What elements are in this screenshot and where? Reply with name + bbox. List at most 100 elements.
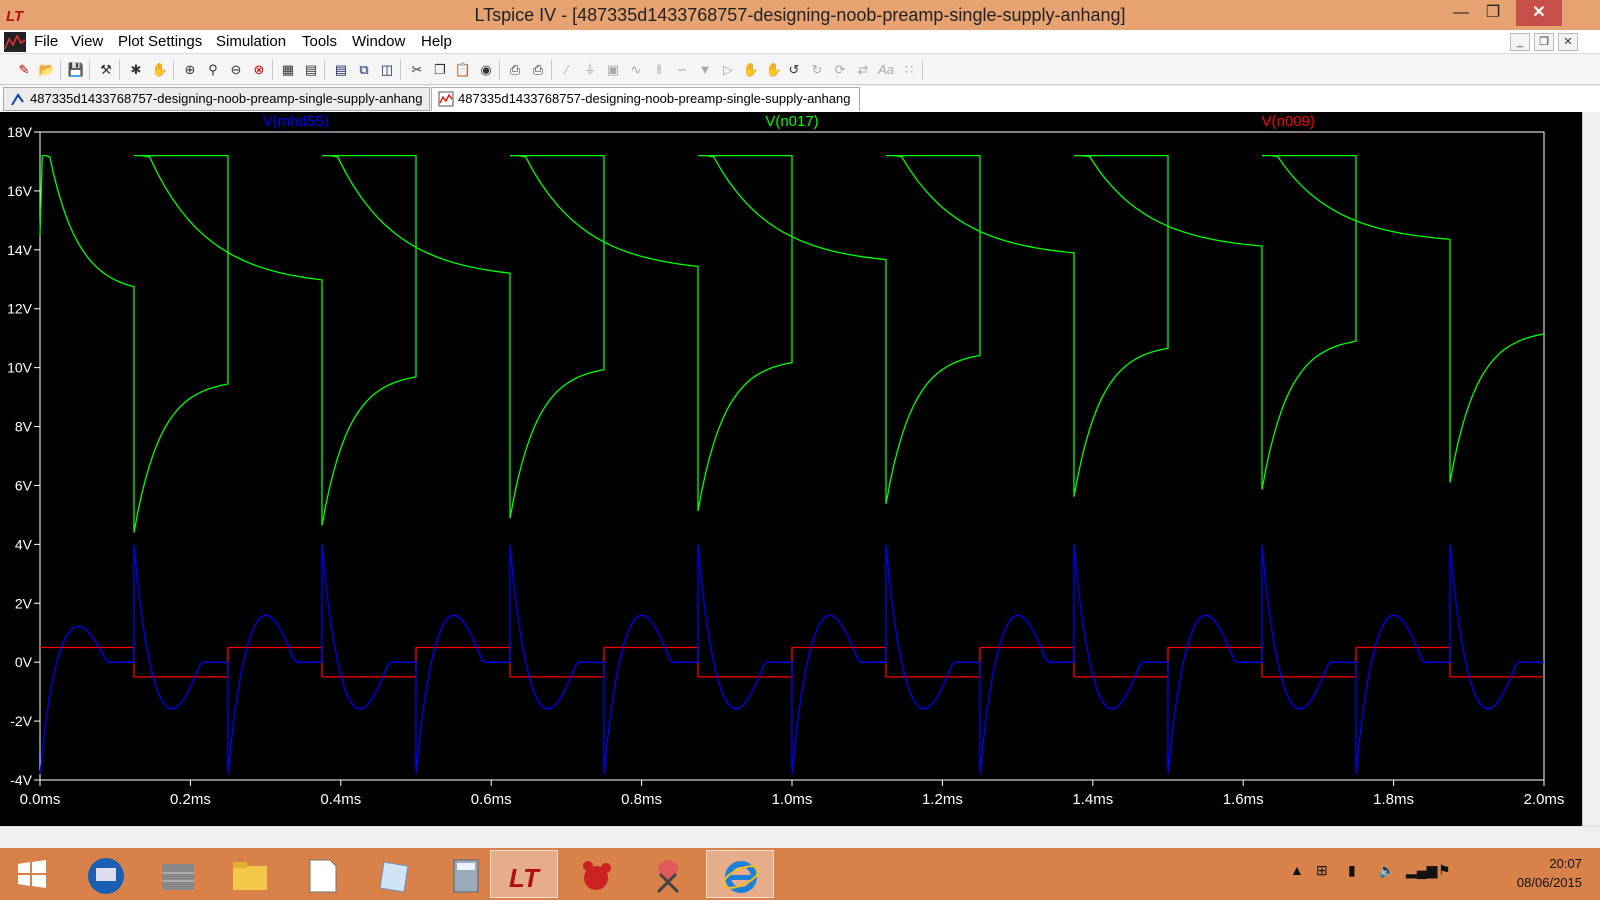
clock[interactable]: 20:07 08/06/2015 <box>1517 854 1582 892</box>
taskbar-snipping-tool[interactable] <box>634 850 702 898</box>
label-net-icon[interactable]: ▣ <box>603 60 623 80</box>
redo-icon[interactable]: ↻ <box>807 60 827 80</box>
menu-plot-settings[interactable]: Plot Settings <box>118 33 202 50</box>
mdi-restore-button[interactable]: ❐ <box>1534 33 1554 51</box>
spice-directive-icon[interactable]: ∷ <box>899 60 919 80</box>
y-tick-label: 8V <box>15 419 33 435</box>
taskbar-file-explorer[interactable] <box>216 850 284 898</box>
text-icon[interactable]: Aa <box>876 60 896 80</box>
find-icon[interactable]: ◉ <box>476 60 496 80</box>
y-tick-label: 16V <box>7 183 33 199</box>
menu-view[interactable]: View <box>71 33 103 50</box>
trace-v-n017 <box>39 154 1545 533</box>
minimize-button[interactable]: — <box>1444 0 1478 26</box>
menu-help[interactable]: Help <box>421 33 452 50</box>
taskbar-firewall[interactable] <box>144 850 212 898</box>
mirror-icon[interactable]: ⇄ <box>853 60 873 80</box>
menu-tools[interactable]: Tools <box>302 33 337 50</box>
volume-icon[interactable]: 🔈 <box>1378 862 1395 879</box>
component-icon[interactable]: ▷ <box>718 60 738 80</box>
schematic-icon <box>11 93 24 106</box>
status-bar <box>0 826 1600 848</box>
battery-icon[interactable]: ▮ <box>1348 862 1356 879</box>
cascade-icon[interactable]: ⧉ <box>354 60 374 80</box>
drag-icon[interactable]: ✋ <box>764 60 784 80</box>
zoom-area-icon[interactable]: ⚲ <box>203 60 223 80</box>
control-panel-icon[interactable]: ⚒ <box>96 60 116 80</box>
taskbar-ltspice[interactable]: LT <box>490 850 558 898</box>
taskbar-notes[interactable] <box>360 850 428 898</box>
taskbar: LT ▲ ⊞ ▮ 🔈 ▂▄▆ ⚑ 20:07 08/06/2015 <box>0 848 1600 900</box>
y-tick-label: 14V <box>7 242 33 258</box>
close-button[interactable]: ✕ <box>1516 0 1562 26</box>
waveform-window-icon[interactable] <box>3 31 27 53</box>
taskbar-gimp[interactable] <box>562 850 630 898</box>
tab-schematic[interactable]: 487335d1433768757-designing-noob-preamp-… <box>3 87 430 111</box>
undo-icon[interactable]: ↺ <box>784 60 804 80</box>
move-icon[interactable]: ✋ <box>741 60 761 80</box>
mdi-minimize-button[interactable]: _ <box>1510 33 1530 51</box>
new-schematic-icon[interactable]: ✎ <box>14 60 34 80</box>
waveform-plot[interactable]: 18V 16V 14V 12V 10V 8V 6V 4V 2V 0V -2V -4V 0.0ms 0.2m… <box>0 112 1582 826</box>
menu-window[interactable]: Window <box>352 33 405 50</box>
notepad-icon <box>309 859 337 893</box>
zoom-fit-icon[interactable]: ⊗ <box>249 60 269 80</box>
waveform-viewer[interactable]: 18V 16V 14V 12V 10V 8V 6V 4V 2V 0V -2V -4V 0.0ms 0.2m… <box>0 112 1582 826</box>
tab-waveform[interactable]: 487335d1433768757-designing-noob-preamp-… <box>431 87 860 111</box>
zoom-out-icon[interactable]: ⊖ <box>226 60 246 80</box>
traces <box>39 154 1545 775</box>
remote-desktop-icon <box>88 858 124 894</box>
taskbar-internet-explorer[interactable] <box>706 850 774 898</box>
zoom-in-icon[interactable]: ⊕ <box>180 60 200 80</box>
title-bar: LT LTspice IV - [487335d1433768757-desig… <box>0 0 1600 30</box>
trace-legend: V(mhd55) V(n017) V(n009) <box>263 113 1315 130</box>
trace-label: V(mhd55) <box>263 113 329 130</box>
mdi-close-button[interactable]: ✕ <box>1558 33 1578 51</box>
tab-label: 487335d1433768757-designing-noob-preamp-… <box>458 91 851 106</box>
open-icon[interactable]: 📂 <box>37 60 57 80</box>
taskbar-notepad[interactable] <box>288 850 356 898</box>
file-explorer-icon <box>233 862 267 890</box>
start-icon <box>18 860 46 888</box>
y-tick-label: 4V <box>15 536 33 552</box>
copy-icon[interactable]: ❐ <box>430 60 450 80</box>
menu-file[interactable]: File <box>34 33 58 50</box>
print-preview-icon[interactable]: ⎙ <box>505 60 525 80</box>
inductor-icon[interactable]: ∽ <box>672 60 692 80</box>
show-hidden-icon[interactable]: ▲ <box>1290 862 1304 878</box>
clock-time: 20:07 <box>1549 856 1582 871</box>
action-center-icon[interactable]: ⚑ <box>1438 862 1451 879</box>
taskbar-remote-desktop[interactable] <box>72 850 140 898</box>
y-tick-label: 6V <box>15 477 33 493</box>
svg-text:LT: LT <box>509 863 541 893</box>
resistor-icon[interactable]: ∿ <box>626 60 646 80</box>
vertical-scrollbar[interactable] <box>1582 112 1600 826</box>
wire-icon[interactable]: ∕ <box>557 60 577 80</box>
print-icon[interactable]: ⎙ <box>528 60 548 80</box>
y-tick-label: 18V <box>7 124 33 140</box>
marching-waveforms-icon[interactable]: ▤ <box>301 60 321 80</box>
restore-button[interactable]: ❐ <box>1476 0 1510 26</box>
waveform-icon <box>438 91 454 107</box>
menu-simulation[interactable]: Simulation <box>216 33 286 50</box>
rotate-icon[interactable]: ⟳ <box>830 60 850 80</box>
ground-icon[interactable]: ⏚ <box>580 60 600 80</box>
windows-icon[interactable]: ⊞ <box>1316 862 1328 879</box>
paste-icon[interactable]: 📋 <box>453 60 473 80</box>
pan-hand-icon[interactable]: ✋ <box>150 60 170 80</box>
tile-vertical-icon[interactable]: ◫ <box>377 60 397 80</box>
window-title: LTspice IV - [487335d1433768757-designin… <box>474 5 1126 25</box>
diode-icon[interactable]: ▼ <box>695 60 715 80</box>
capacitor-icon[interactable]: ‖ <box>649 60 669 80</box>
internet-explorer-icon <box>722 861 760 893</box>
cut-icon[interactable]: ✂ <box>407 60 427 80</box>
run-icon[interactable]: ✱ <box>126 60 146 80</box>
network-icon[interactable]: ▂▄▆ <box>1406 862 1437 879</box>
start-button[interactable] <box>0 850 68 898</box>
autorange-icon[interactable]: ▦ <box>278 60 298 80</box>
x-tick-label: 2.0ms <box>1524 791 1565 808</box>
save-icon[interactable]: 💾 <box>66 60 86 80</box>
x-tick-label: 1.6ms <box>1223 791 1264 808</box>
x-tick-label: 0.4ms <box>320 791 361 808</box>
tile-horizontal-icon[interactable]: ▤ <box>331 60 351 80</box>
